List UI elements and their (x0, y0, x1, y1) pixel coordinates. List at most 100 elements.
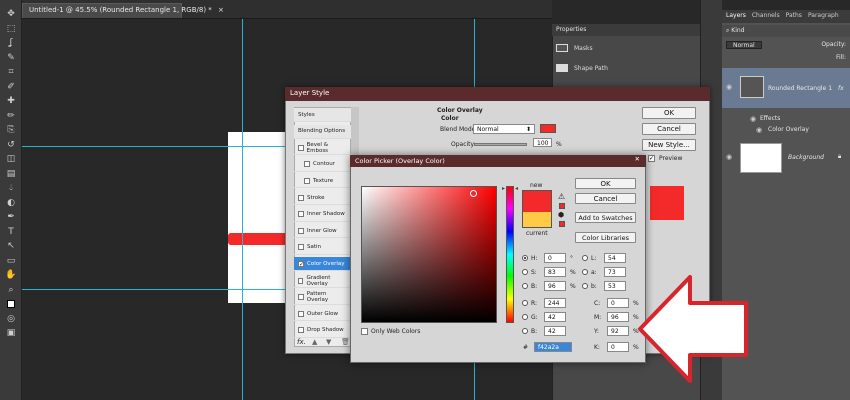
style-item-pattern-overlay[interactable]: Pattern Overlay (294, 291, 351, 305)
layer-row-background[interactable]: ◉ Background 🔒︎ (722, 140, 850, 176)
style-checkbox[interactable]: ✓ (298, 260, 304, 267)
properties-shape-path-row[interactable]: Shape Path (556, 60, 696, 76)
tab-layers[interactable]: Layers (726, 12, 746, 21)
color-cursor[interactable] (470, 190, 477, 197)
current-color-swatch[interactable] (522, 212, 552, 228)
type-tool-icon[interactable]: T (4, 226, 18, 238)
channel-radio[interactable] (522, 283, 528, 289)
saturation-brightness-field[interactable] (361, 186, 497, 323)
channel-radio[interactable] (582, 255, 588, 261)
visibility-eye-icon[interactable]: ◉ (726, 83, 732, 91)
hue-slider-handle-right[interactable]: ◂ (515, 185, 518, 192)
style-item-texture[interactable]: Texture (294, 174, 351, 189)
style-item-drop-shadow[interactable]: Drop Shadow (294, 324, 351, 338)
channel-input[interactable]: 42 (544, 326, 566, 336)
guide-vertical[interactable] (242, 19, 243, 400)
fx-menu-button[interactable]: fx. (297, 338, 306, 346)
gamut-color-swatch[interactable] (559, 203, 565, 209)
style-item-color-overlay[interactable]: ✓ Color Overlay (294, 257, 351, 272)
channel-input[interactable]: 0 (607, 342, 629, 352)
blur-tool-icon[interactable]: 💧︎ (4, 182, 18, 194)
style-checkbox[interactable] (298, 244, 304, 251)
marquee-tool-icon[interactable]: ⬚ (4, 23, 18, 35)
move-down-icon[interactable]: ▼ (326, 338, 331, 346)
style-item-stroke[interactable]: Stroke (294, 191, 351, 205)
shape-tool-icon[interactable]: ▭ (4, 255, 18, 267)
lasso-tool-icon[interactable]: ʆ (4, 37, 18, 49)
channel-input[interactable]: 96 (544, 281, 566, 291)
new-style-button[interactable]: New Style... (642, 139, 696, 151)
style-checkbox[interactable] (304, 177, 310, 184)
quick-mask-icon[interactable]: ◎ (4, 313, 18, 325)
style-checkbox[interactable] (298, 227, 304, 234)
channel-radio[interactable] (522, 300, 528, 306)
add-to-swatches-button[interactable]: Add to Swatches (575, 212, 636, 223)
style-item-styles[interactable]: Styles (294, 108, 351, 122)
style-checkbox[interactable] (298, 310, 304, 317)
cancel-button[interactable]: Cancel (642, 123, 696, 135)
tab-channels[interactable]: Channels (752, 12, 780, 21)
channel-input[interactable]: 42 (544, 312, 566, 322)
zoom-tool-icon[interactable]: ⌕ (4, 284, 18, 296)
rounded-rectangle-shape[interactable] (228, 233, 288, 245)
history-brush-tool-icon[interactable]: ↺ (4, 139, 18, 151)
style-checkbox[interactable] (298, 277, 304, 284)
style-checkbox[interactable] (298, 211, 304, 218)
tab-paths[interactable]: Paths (786, 12, 802, 21)
quick-select-tool-icon[interactable]: ✎ (4, 52, 18, 64)
move-up-icon[interactable]: ▲ (312, 338, 317, 346)
layer-filter-row[interactable]: ⌕ Kind (722, 25, 850, 37)
style-item-bevel-emboss[interactable]: Bevel & Emboss (294, 141, 351, 156)
style-item-inner-shadow[interactable]: Inner Shadow (294, 208, 351, 222)
gradient-tool-icon[interactable]: ▤ (4, 168, 18, 180)
style-item-gradient-overlay[interactable]: Gradient Overlay (294, 274, 351, 288)
blend-mode-select[interactable]: Normal ⬍ (473, 124, 535, 134)
opacity-input[interactable]: 100 (533, 138, 552, 147)
style-item-contour[interactable]: Contour (294, 158, 351, 172)
properties-masks-row[interactable]: Masks (556, 40, 696, 56)
channel-radio[interactable] (522, 255, 528, 261)
foreground-background-icon[interactable] (4, 298, 18, 310)
style-item-inner-glow[interactable]: Inner Glow (294, 224, 351, 239)
clone-stamp-tool-icon[interactable]: ⎘ (4, 124, 18, 136)
style-item-outer-glow[interactable]: Outer Glow (294, 307, 351, 322)
visibility-eye-icon[interactable]: ◉ (750, 115, 756, 123)
close-tab-icon[interactable]: × (218, 6, 224, 14)
preview-checkbox[interactable]: ✓ (648, 155, 655, 162)
kind-filter-select[interactable]: Kind (731, 27, 744, 34)
document-tab[interactable]: Untitled-1 @ 45.5% (Rounded Rectangle 1,… (22, 3, 224, 18)
channel-radio[interactable] (522, 314, 528, 320)
color-picker-ok-button[interactable]: OK (575, 178, 636, 189)
channel-radio[interactable] (522, 328, 528, 334)
channel-input[interactable]: 92 (607, 326, 629, 336)
color-libraries-button[interactable]: Color Libraries (575, 232, 636, 243)
crop-tool-icon[interactable]: ⌗ (4, 66, 18, 78)
channel-input[interactable]: 54 (604, 253, 626, 263)
move-tool-icon[interactable]: ✥ (4, 8, 18, 20)
opacity-slider[interactable] (474, 143, 527, 146)
style-item-blending-options[interactable]: Blending Options (294, 124, 351, 139)
close-icon[interactable]: ✕ (635, 155, 640, 163)
channel-radio[interactable] (582, 283, 588, 289)
visibility-eye-icon[interactable]: ◉ (726, 153, 732, 161)
channel-radio[interactable] (522, 269, 528, 275)
style-checkbox[interactable] (298, 144, 304, 151)
color-picker-cancel-button[interactable]: Cancel (575, 193, 636, 204)
style-item-satin[interactable]: Satin (294, 241, 351, 255)
brush-tool-icon[interactable]: ✏ (4, 110, 18, 122)
channel-input[interactable]: 0 (607, 298, 629, 308)
visibility-eye-icon[interactable]: ◉ (756, 126, 762, 134)
style-checkbox[interactable] (298, 327, 304, 334)
style-checkbox[interactable] (298, 294, 304, 301)
style-checkbox[interactable] (304, 161, 310, 168)
channel-input[interactable]: 83 (544, 267, 566, 277)
fx-icon[interactable]: fx (838, 85, 844, 92)
web-safe-color-swatch[interactable] (559, 221, 565, 227)
eyedropper-tool-icon[interactable]: ✐ (4, 81, 18, 93)
dodge-tool-icon[interactable]: ◐ (4, 197, 18, 209)
tab-paragraph[interactable]: Paragraph (808, 12, 839, 21)
channel-input[interactable]: 53 (604, 281, 626, 291)
layer-color-overlay-row[interactable]: ◉ Color Overlay (722, 124, 850, 136)
document-canvas[interactable] (228, 132, 288, 303)
channel-radio[interactable] (582, 269, 588, 275)
